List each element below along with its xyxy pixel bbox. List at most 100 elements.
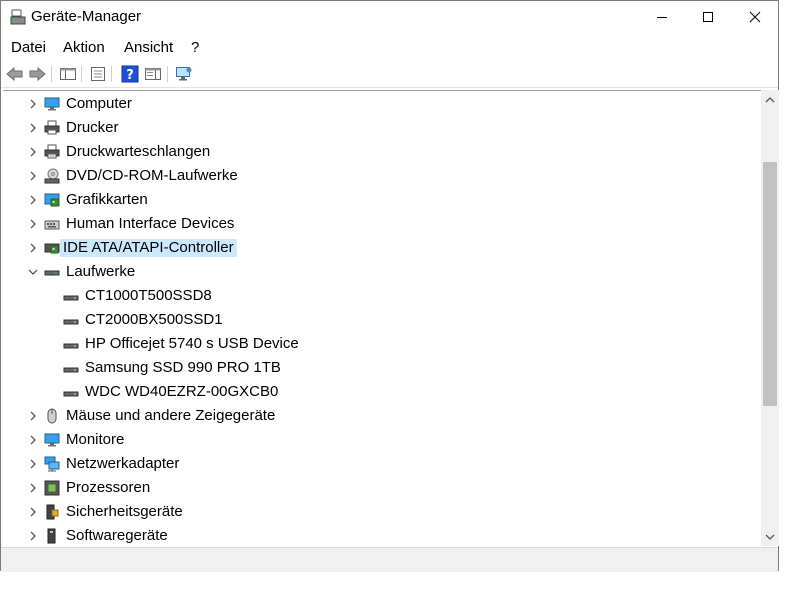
details-view-icon [91,67,105,81]
chevron-right-icon[interactable] [27,194,39,206]
chevron-right-icon[interactable] [27,458,39,470]
menu-aktion[interactable]: Aktion [63,39,105,56]
security-device-icon [46,504,59,520]
title-bar: Geräte-Manager [1,1,778,33]
tree-item-label: Softwaregeräte [66,527,168,544]
chevron-right-icon[interactable] [27,242,39,254]
hid-icon [44,220,60,230]
tree-item-label: Human Interface Devices [66,215,235,232]
toolbar-separator [167,66,168,82]
printer-icon [44,120,60,135]
tree-item-sicherheitsgeraete[interactable]: Sicherheitsgeräte [3,500,743,524]
tree-item-label: Grafikkarten [66,191,148,208]
tree-item-human-interface-devices[interactable]: Human Interface Devices [3,212,743,236]
tree-item-softwaregeraete[interactable]: Softwaregeräte [3,524,743,546]
monitor-scan-icon [176,67,192,81]
device-manager-window: Geräte-Manager Datei Aktion Ansicht ? ? … [0,0,779,572]
menu-ansicht[interactable]: Ansicht [124,39,173,56]
tree-item-drive[interactable]: CT1000T500SSD8 [3,284,743,308]
panel-view-icon [145,68,161,80]
tree-item-ide-ata-atapi-controller[interactable]: IDE ATA/ATAPI-Controller [3,236,743,260]
print-queue-icon [44,144,60,159]
drive-icon [63,319,79,325]
monitor-icon [44,433,60,447]
tree-item-druckwarteschlangen[interactable]: Druckwarteschlangen [3,140,743,164]
menu-help[interactable]: ? [191,39,199,56]
drive-icon [63,295,79,301]
tree-item-drucker[interactable]: Drucker [3,116,743,140]
tree-item-prozessoren[interactable]: Prozessoren [3,476,743,500]
tree-item-label: Drucker [66,119,119,136]
network-adapter-icon [44,456,60,472]
close-icon [749,11,761,23]
forward-button[interactable] [27,64,47,84]
chevron-down-icon[interactable] [27,266,39,278]
minimize-button[interactable] [639,1,685,33]
tree-item-label: CT1000T500SSD8 [85,287,212,304]
tree-item-maeuse[interactable]: Mäuse und andere Zeigegeräte [3,404,743,428]
tree-item-drive[interactable]: Samsung SSD 990 PRO 1TB [3,356,743,380]
chevron-right-icon[interactable] [27,170,39,182]
tree-item-label: DVD/CD-ROM-Laufwerke [66,167,238,184]
chevron-right-icon[interactable] [27,434,39,446]
properties-button[interactable] [88,64,108,84]
device-tree[interactable]: Computer Drucker Druckwarteschlangen DVD… [3,90,761,546]
menu-bar: Datei Aktion Ansicht ? [1,34,778,60]
tree-item-drive[interactable]: WDC WD40EZRZ-00GXCB0 [3,380,743,404]
menu-datei[interactable]: Datei [11,39,46,56]
forward-arrow-icon [29,66,46,82]
toolbar: ? [1,61,778,88]
toolbar-separator [111,66,112,82]
action-pane-button[interactable] [143,64,163,84]
processor-icon [44,480,60,496]
chevron-right-icon[interactable] [27,218,39,230]
vertical-scrollbar[interactable] [761,90,779,546]
maximize-button[interactable] [685,1,731,33]
scan-hardware-button[interactable] [174,64,194,84]
help-icon: ? [121,65,139,83]
tree-item-drive[interactable]: CT2000BX500SSD1 [3,308,743,332]
tree-item-computer[interactable]: Computer [3,92,743,116]
back-arrow-icon [6,66,23,82]
display-adapter-icon [44,193,60,207]
chevron-right-icon[interactable] [27,482,39,494]
tree-item-label: WDC WD40EZRZ-00GXCB0 [85,383,279,400]
show-hide-console-tree-button[interactable] [58,64,78,84]
optical-drive-icon [44,168,60,184]
scroll-up-icon[interactable] [764,94,776,106]
tree-item-netzwerkadapter[interactable]: Netzwerkadapter [3,452,743,476]
computer-icon [44,97,60,111]
chevron-right-icon[interactable] [27,122,39,134]
tree-item-drive[interactable]: HP Officejet 5740 s USB Device [3,332,743,356]
toolbar-separator [81,66,82,82]
tree-item-label: Monitore [66,431,125,448]
tree-item-label: CT2000BX500SSD1 [85,311,223,328]
chevron-right-icon[interactable] [27,146,39,158]
tree-item-label: IDE ATA/ATAPI-Controller [60,239,237,257]
tree-item-dvd-cd-rom[interactable]: DVD/CD-ROM-Laufwerke [3,164,743,188]
scroll-down-icon[interactable] [764,531,776,543]
status-bar [1,547,778,572]
close-button[interactable] [732,1,778,33]
scrollbar-thumb[interactable] [763,162,777,406]
tree-item-laufwerke[interactable]: Laufwerke [3,260,743,284]
chevron-right-icon[interactable] [27,530,39,542]
tree-item-grafikkarten[interactable]: Grafikkarten [3,188,743,212]
tree-item-label: Netzwerkadapter [66,455,180,472]
tree-item-monitore[interactable]: Monitore [3,428,743,452]
back-button[interactable] [5,64,25,84]
drive-icon [44,270,60,276]
tree-item-label: Computer [66,95,132,112]
chevron-right-icon[interactable] [27,506,39,518]
chevron-right-icon[interactable] [27,98,39,110]
tree-item-label: Samsung SSD 990 PRO 1TB [85,359,281,376]
chevron-right-icon[interactable] [27,410,39,422]
drive-icon [63,391,79,397]
mouse-icon [47,408,57,424]
help-button[interactable]: ? [120,64,140,84]
software-device-icon [47,528,56,544]
tree-item-label: Prozessoren [66,479,151,496]
ide-controller-icon [44,243,60,254]
tree-item-label: HP Officejet 5740 s USB Device [85,335,299,352]
drive-icon [63,343,79,349]
